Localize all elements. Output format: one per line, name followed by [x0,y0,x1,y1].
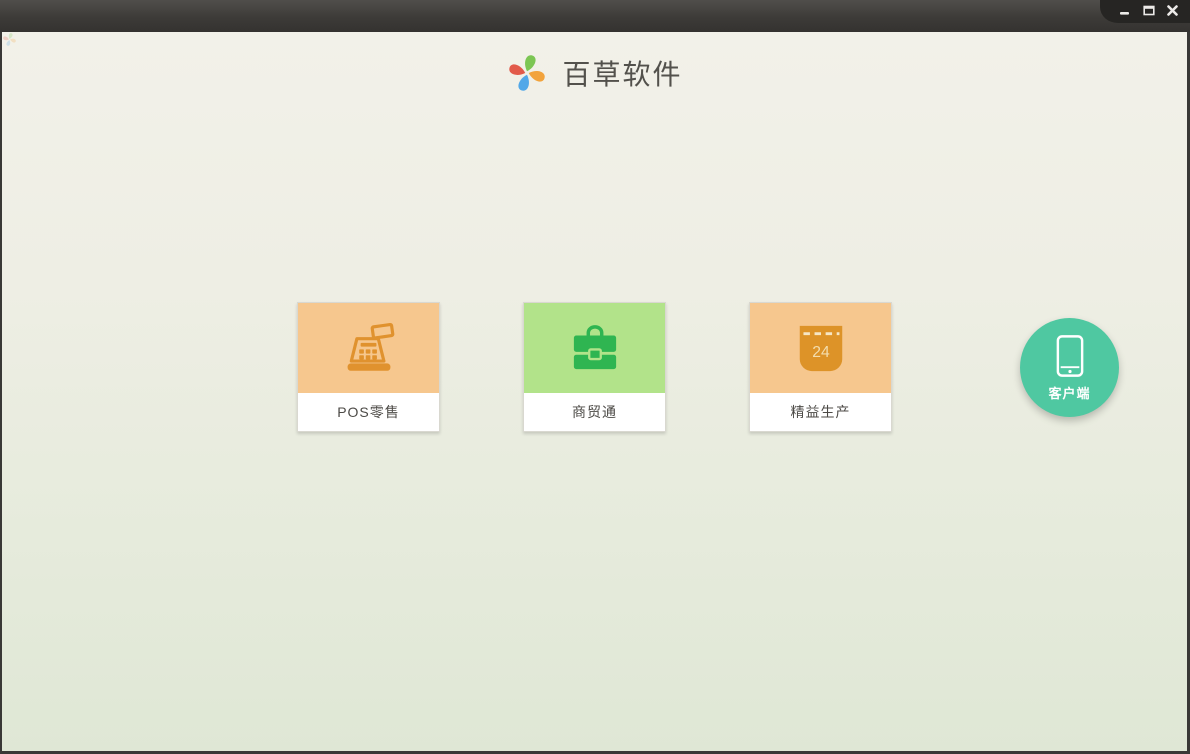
minimize-button[interactable] [1116,3,1133,18]
close-icon [1167,5,1178,16]
calendar-day-text: 24 [812,344,830,361]
cash-register-icon [347,322,394,371]
product-card-lean[interactable]: 24 精益生产 [749,302,892,432]
product-tile-lean: 24 [750,303,891,393]
minimize-icon [1120,12,1129,15]
app-window: 百草软件 POS零售 商贸通 24 精益生产 客户端 [0,0,1190,754]
close-button[interactable] [1164,3,1181,18]
client-button-label: 客户端 [1048,385,1091,401]
window-controls [1100,0,1190,23]
product-tile-pos [298,303,439,393]
product-card-pos[interactable]: POS零售 [297,302,440,432]
briefcase-icon [573,325,616,370]
corner-watermark-icon [2,32,17,52]
calendar-icon: 24 [799,325,842,372]
product-card-trade[interactable]: 商贸通 [523,302,666,432]
product-label-trade: 商贸通 [524,393,665,431]
main-content: 百草软件 POS零售 商贸通 24 精益生产 客户端 [0,32,1190,754]
product-label-lean: 精益生产 [750,393,891,431]
brand-header: 百草软件 [2,52,1187,94]
maximize-icon [1142,5,1155,16]
titlebar[interactable] [0,0,1190,32]
maximize-button[interactable] [1140,3,1157,18]
product-tile-trade [524,303,665,393]
pinwheel-logo-icon [509,55,546,91]
product-label-pos: POS零售 [298,393,439,431]
client-button[interactable]: 客户端 [1020,318,1119,417]
app-title: 百草软件 [562,58,683,91]
smartphone-icon [1056,334,1083,377]
